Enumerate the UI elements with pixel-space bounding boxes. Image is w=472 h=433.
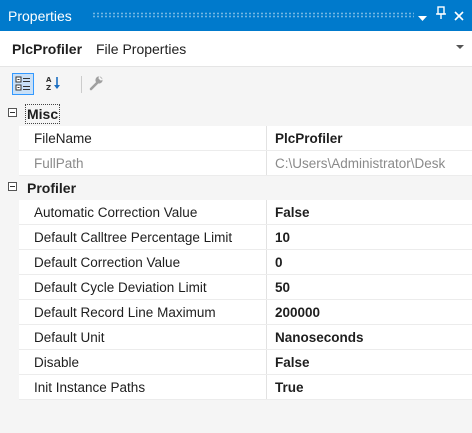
property-name: Automatic Correction Value — [34, 205, 198, 220]
row-margin — [0, 225, 19, 250]
row-margin — [0, 200, 19, 225]
property-name: FileName — [34, 131, 92, 146]
object-selector[interactable]: PlcProfiler File Properties — [0, 31, 472, 67]
property-grid: Misc FileName PlcProfiler FullPath C:\Us… — [0, 102, 472, 400]
chevron-down-icon[interactable] — [418, 9, 427, 25]
row-margin — [0, 350, 19, 375]
row-margin — [0, 375, 19, 400]
column-splitter[interactable] — [266, 126, 267, 151]
chevron-down-icon[interactable] — [456, 45, 464, 49]
property-value[interactable]: Nanoseconds — [275, 330, 472, 345]
svg-text:A: A — [46, 76, 52, 84]
column-splitter[interactable] — [266, 350, 267, 375]
property-value[interactable]: 10 — [275, 230, 472, 245]
property-pages-button[interactable] — [86, 73, 108, 95]
object-type: File Properties — [96, 41, 187, 57]
property-name: Default Unit — [34, 330, 105, 345]
close-icon[interactable] — [454, 8, 464, 24]
property-value[interactable]: 200000 — [275, 305, 472, 320]
description-pane — [0, 408, 472, 433]
column-splitter[interactable] — [266, 300, 267, 325]
collapse-icon[interactable] — [8, 108, 17, 117]
alphabetical-button[interactable]: A Z — [44, 73, 66, 95]
row-divider — [19, 399, 472, 400]
property-row[interactable]: Init Instance Paths True — [0, 375, 472, 400]
row-margin — [0, 275, 19, 300]
property-name: Default Cycle Deviation Limit — [34, 280, 207, 295]
categorized-icon — [15, 76, 30, 91]
property-value[interactable]: False — [275, 355, 472, 370]
property-row[interactable]: Disable False — [0, 350, 472, 375]
categorized-button[interactable] — [12, 73, 34, 95]
column-splitter[interactable] — [266, 200, 267, 225]
row-margin — [0, 300, 19, 325]
category-profiler[interactable]: Profiler — [0, 176, 472, 200]
property-name: Default Record Line Maximum — [34, 305, 216, 320]
column-splitter[interactable] — [266, 151, 267, 176]
panel-titlebar: Properties — [0, 0, 472, 31]
property-value[interactable]: PlcProfiler — [275, 131, 472, 146]
property-name: FullPath — [34, 156, 84, 171]
property-name: Default Correction Value — [34, 255, 181, 270]
wrench-icon — [89, 76, 103, 91]
property-value[interactable]: True — [275, 380, 472, 395]
row-margin — [0, 151, 19, 176]
property-row[interactable]: Default Cycle Deviation Limit 50 — [0, 275, 472, 300]
property-name: Default Calltree Percentage Limit — [34, 230, 233, 245]
column-splitter[interactable] — [266, 250, 267, 275]
column-splitter[interactable] — [266, 225, 267, 250]
property-value[interactable]: 0 — [275, 255, 472, 270]
panel-title: Properties — [8, 8, 72, 24]
svg-text:Z: Z — [46, 84, 51, 91]
category-label: Misc — [24, 104, 61, 124]
toolbar-separator — [81, 76, 82, 93]
category-misc[interactable]: Misc — [0, 102, 472, 126]
properties-toolbar: A Z — [0, 67, 472, 102]
category-label: Profiler — [27, 180, 77, 196]
pin-icon[interactable] — [436, 6, 446, 23]
column-splitter[interactable] — [266, 325, 267, 350]
property-value[interactable]: 50 — [275, 280, 472, 295]
property-row[interactable]: FileName PlcProfiler — [0, 126, 472, 151]
property-value[interactable]: False — [275, 205, 472, 220]
drag-grip[interactable] — [92, 12, 414, 18]
property-row[interactable]: Default Record Line Maximum 200000 — [0, 300, 472, 325]
property-name: Init Instance Paths — [34, 380, 146, 395]
row-margin — [0, 250, 19, 275]
property-row[interactable]: Automatic Correction Value False — [0, 200, 472, 225]
property-row[interactable]: Default Unit Nanoseconds — [0, 325, 472, 350]
collapse-icon[interactable] — [8, 182, 17, 191]
column-splitter[interactable] — [266, 275, 267, 300]
row-margin — [0, 126, 19, 151]
property-row[interactable]: Default Calltree Percentage Limit 10 — [0, 225, 472, 250]
alphabetical-icon: A Z — [46, 76, 60, 91]
property-row[interactable]: FullPath C:\Users\Administrator\Desk — [0, 151, 472, 176]
property-row[interactable]: Default Correction Value 0 — [0, 250, 472, 275]
property-value[interactable]: C:\Users\Administrator\Desk — [275, 156, 472, 171]
column-splitter[interactable] — [266, 375, 267, 400]
property-name: Disable — [34, 355, 80, 370]
row-margin — [0, 325, 19, 350]
object-name: PlcProfiler — [12, 41, 83, 57]
